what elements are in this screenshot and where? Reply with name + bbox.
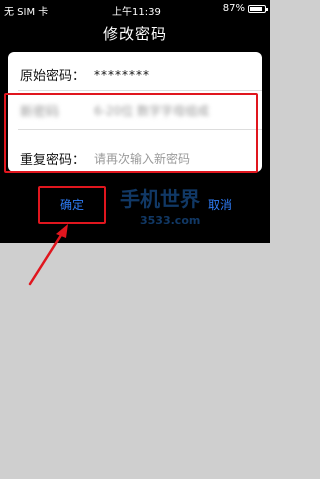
original-password-label: 原始密码： (20, 69, 86, 84)
clock: 上午11:39 (112, 7, 161, 18)
page-title: 修改密码 (102, 25, 167, 43)
watermark-logo: 手机世界 (120, 187, 200, 211)
original-password-row[interactable]: 原始密码： ******** (20, 65, 150, 85)
original-password-field[interactable]: ******** (94, 68, 150, 82)
battery-level (250, 6, 263, 11)
cancel-button[interactable]: 取消 (200, 192, 240, 218)
annotation-highlight-confirm (38, 186, 106, 224)
divider (18, 90, 262, 91)
annotation-highlight-form (4, 93, 258, 173)
carrier-label: 无 SIM 卡 (4, 7, 49, 18)
battery-icon (248, 4, 268, 13)
status-bar: 无 SIM 卡 上午11:39 87% (0, 0, 270, 18)
battery-percent: 87% (222, 3, 245, 14)
watermark-url: 3533.com (140, 214, 201, 227)
battery-area: 87% (222, 3, 268, 14)
